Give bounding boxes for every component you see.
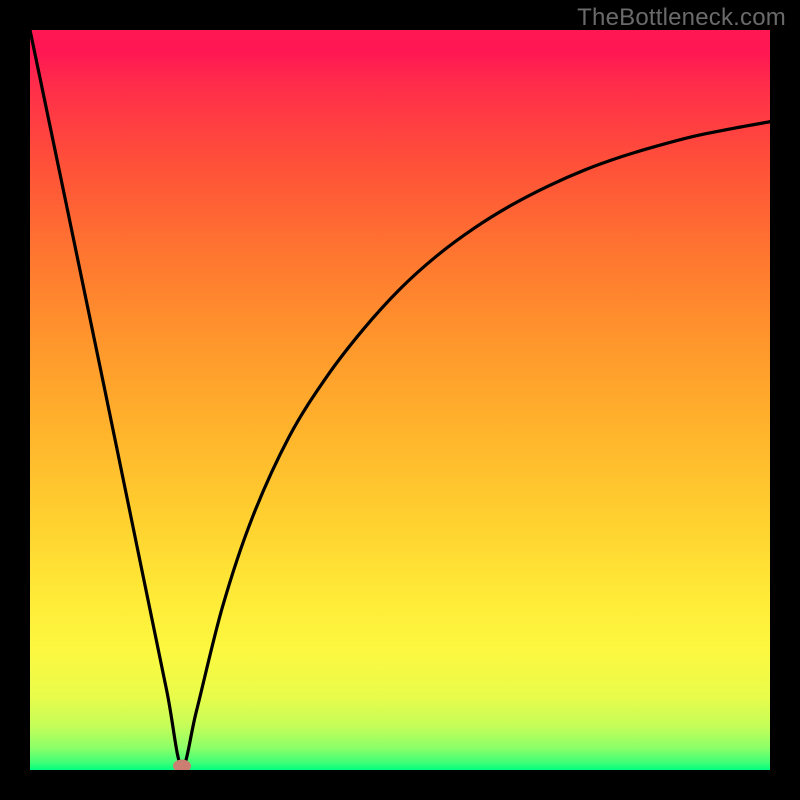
curve-svg <box>30 30 770 770</box>
optimal-point-marker <box>173 760 191 770</box>
watermark-text: TheBottleneck.com <box>577 4 786 32</box>
performance-curve <box>30 30 770 767</box>
plot-area <box>30 30 770 770</box>
chart-frame: TheBottleneck.com <box>0 0 800 800</box>
